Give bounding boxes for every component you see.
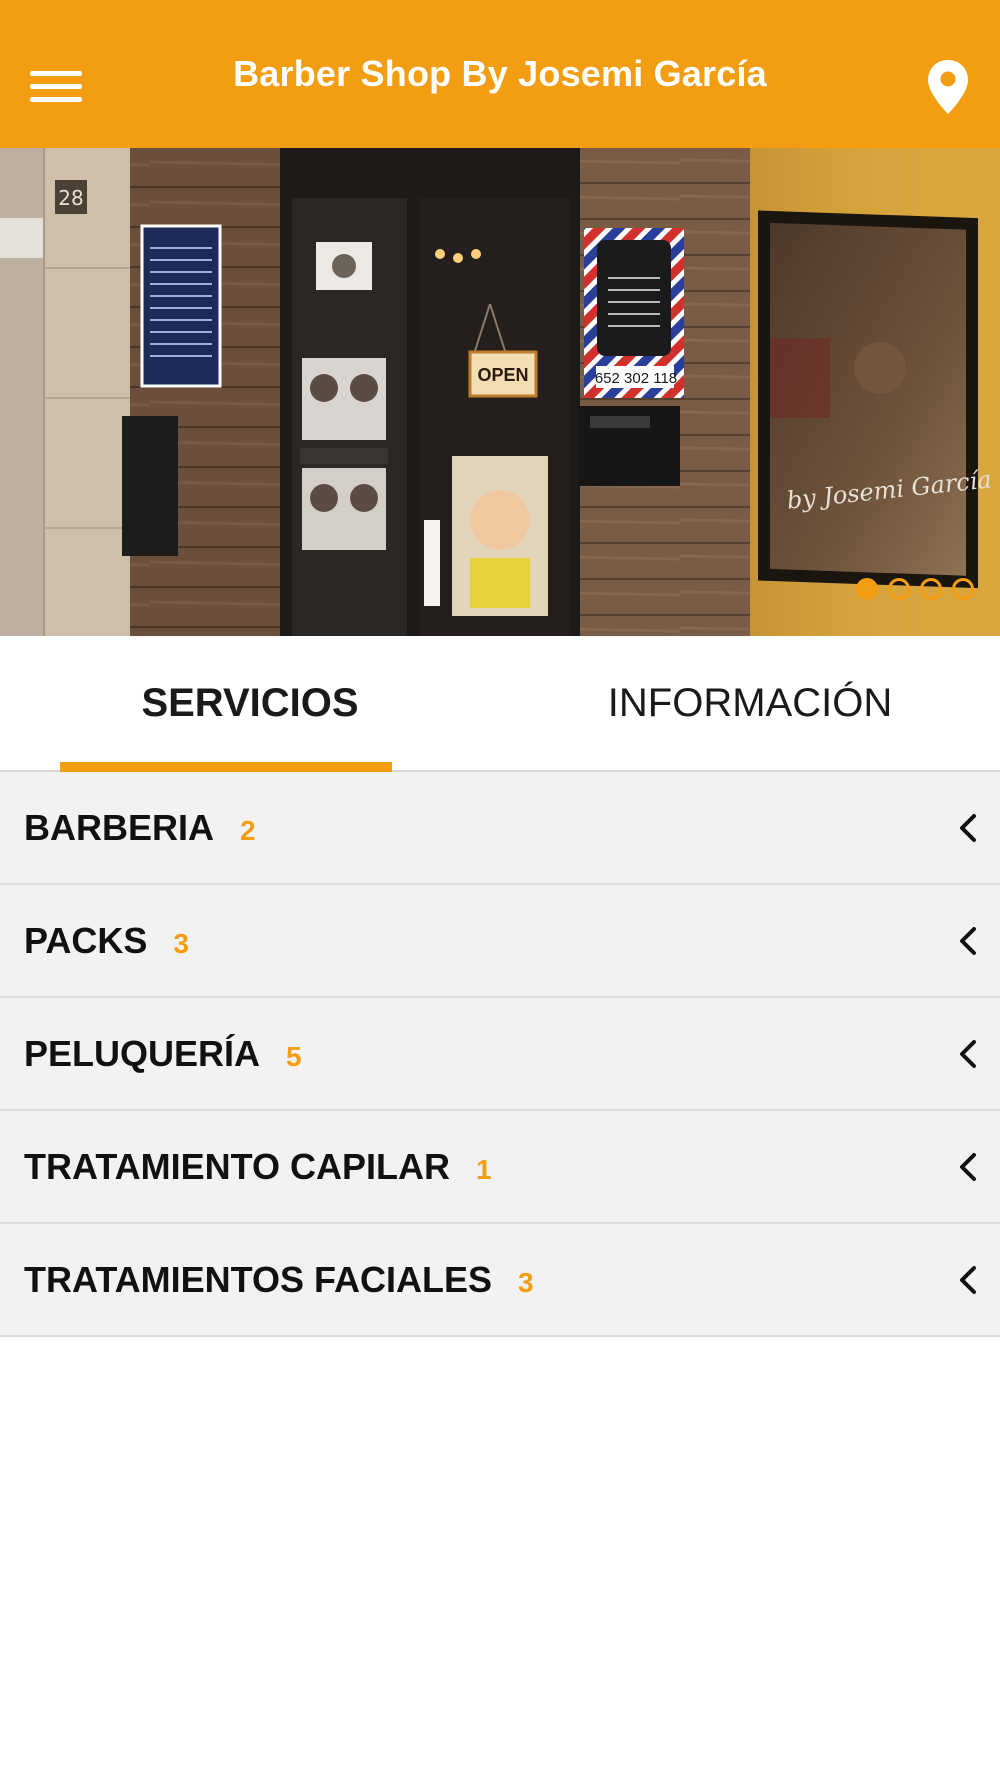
app-title: Barber Shop By Josemi García bbox=[233, 53, 767, 94]
service-category-list: BARBERIA 2 PACKS 3 PELUQUERÍA 5 TRATAMIE… bbox=[0, 772, 1000, 1337]
tab-servicios[interactable]: SERVICIOS bbox=[0, 636, 500, 772]
active-tab-indicator bbox=[60, 762, 392, 772]
open-sign: OPEN bbox=[477, 365, 528, 385]
chevron-left-icon bbox=[960, 927, 976, 955]
category-row-barberia[interactable]: BARBERIA 2 bbox=[0, 772, 1000, 885]
carousel-dot-1[interactable] bbox=[856, 578, 878, 600]
chevron-left-icon bbox=[960, 1040, 976, 1068]
street-number: 28 bbox=[58, 186, 83, 210]
shop-storefront-image: 28 OPEN 652 302 118 by Josemi García bbox=[0, 148, 1000, 636]
category-row-peluqueria[interactable]: PELUQUERÍA 5 bbox=[0, 998, 1000, 1111]
chevron-left-icon bbox=[960, 1153, 976, 1181]
tab-informacion-label: INFORMACIÓN bbox=[607, 680, 893, 725]
category-count: 3 bbox=[173, 927, 189, 959]
category-row-tratamiento-capilar[interactable]: TRATAMIENTO CAPILAR 1 bbox=[0, 1111, 1000, 1224]
map-pin-icon[interactable] bbox=[926, 58, 970, 116]
hamburger-menu-icon[interactable] bbox=[30, 67, 84, 105]
category-row-packs[interactable]: PACKS 3 bbox=[0, 885, 1000, 998]
category-count: 2 bbox=[240, 814, 256, 846]
app-header: Barber Shop By Josemi García bbox=[0, 0, 1000, 148]
category-row-tratamientos-faciales[interactable]: TRATAMIENTOS FACIALES 3 bbox=[0, 1224, 1000, 1337]
carousel-indicator bbox=[856, 578, 974, 600]
tab-servicios-label: SERVICIOS bbox=[141, 680, 359, 725]
category-name: PACKS bbox=[24, 919, 148, 961]
chevron-left-icon bbox=[960, 814, 976, 842]
chevron-left-icon bbox=[960, 1266, 976, 1294]
shop-photo-carousel[interactable]: 28 OPEN 652 302 118 by Josemi García bbox=[0, 148, 1000, 636]
carousel-dot-4[interactable] bbox=[952, 578, 974, 600]
category-count: 3 bbox=[518, 1266, 534, 1298]
category-count: 5 bbox=[286, 1040, 302, 1072]
tab-bar: SERVICIOS INFORMACIÓN bbox=[0, 636, 1000, 772]
category-name: TRATAMIENTOS FACIALES bbox=[24, 1258, 492, 1300]
category-name: BARBERIA bbox=[24, 806, 215, 848]
tab-informacion[interactable]: INFORMACIÓN bbox=[500, 636, 1000, 770]
category-name: PELUQUERÍA bbox=[24, 1032, 261, 1074]
carousel-dot-3[interactable] bbox=[920, 578, 942, 600]
carousel-dot-2[interactable] bbox=[888, 578, 910, 600]
phone-sign: 652 302 118 bbox=[595, 370, 677, 387]
category-name: TRATAMIENTO CAPILAR bbox=[24, 1145, 450, 1187]
category-count: 1 bbox=[475, 1153, 492, 1185]
